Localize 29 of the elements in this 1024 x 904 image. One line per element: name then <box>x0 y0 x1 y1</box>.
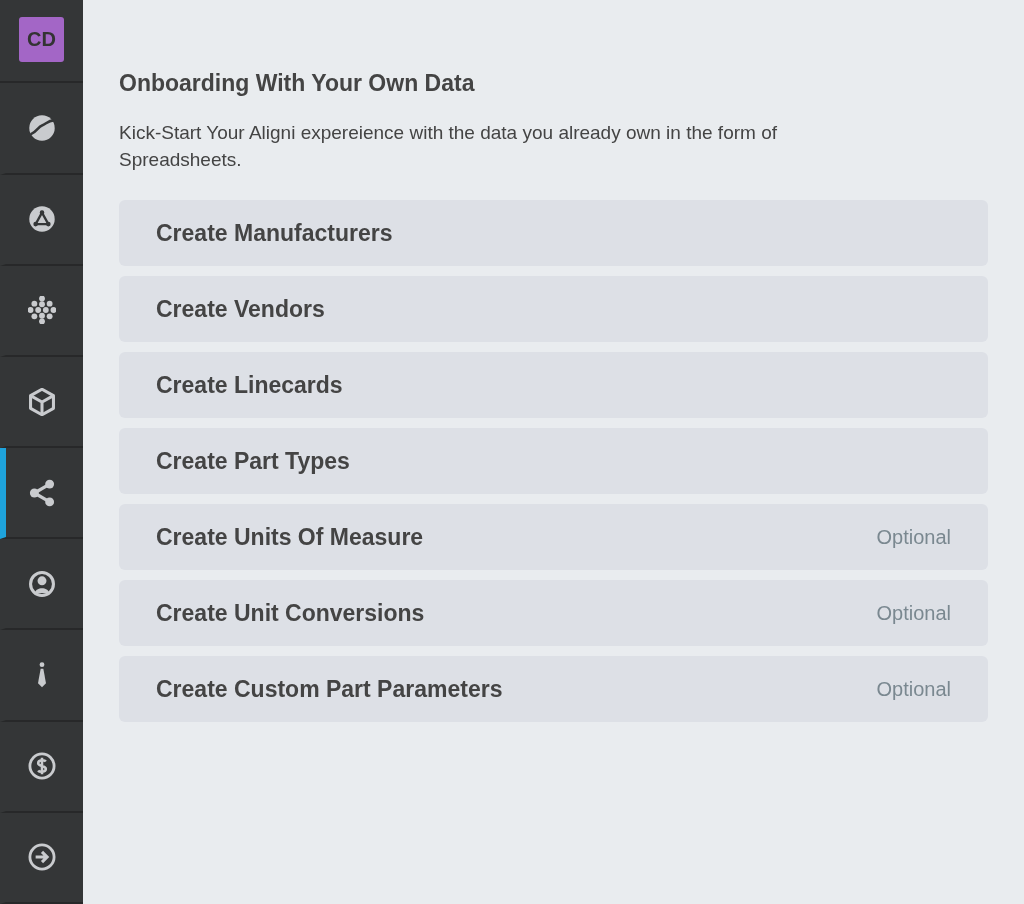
optional-label: Optional <box>876 525 951 549</box>
network-icon <box>27 205 56 234</box>
dots-globe-icon <box>27 296 56 325</box>
user-circle-icon <box>27 569 56 598</box>
step-card[interactable]: Create Part Types <box>119 428 988 494</box>
step-label: Create Unit Conversions <box>156 599 425 627</box>
step-card[interactable]: Create Unit Conversions Optional <box>119 580 988 646</box>
cube-icon <box>27 387 56 416</box>
share-icon <box>27 478 56 507</box>
page-description: Kick-Start Your Aligni expereience with the data you already own in the form of Spreadsheets. <box>119 121 778 172</box>
optional-label: Optional <box>876 601 951 625</box>
dollar-circle-icon <box>27 752 56 781</box>
step-label: Create Custom Part Parameters <box>156 675 503 703</box>
step-label: Create Units Of Measure <box>156 523 424 551</box>
step-card[interactable]: Create Manufacturers <box>119 200 988 266</box>
step-card[interactable]: Create Custom Part Parameters Optional <box>119 656 988 722</box>
step-label: Create Linecards <box>156 371 343 399</box>
step-label: Create Manufacturers <box>156 219 393 247</box>
nav-item[interactable] <box>0 448 83 540</box>
optional-label: Optional <box>876 677 951 701</box>
step-card[interactable]: Create Units Of Measure Optional <box>119 504 988 570</box>
step-card[interactable]: Create Linecards <box>119 352 988 418</box>
tie-icon <box>36 662 47 688</box>
step-card[interactable]: Create Vendors <box>119 276 988 342</box>
step-label: Create Part Types <box>156 447 350 475</box>
page-title: Onboarding With Your Own Data <box>119 70 476 97</box>
arrow-right-circle-icon <box>27 843 56 872</box>
step-label: Create Vendors <box>156 295 325 323</box>
orbit-icon <box>27 114 56 142</box>
